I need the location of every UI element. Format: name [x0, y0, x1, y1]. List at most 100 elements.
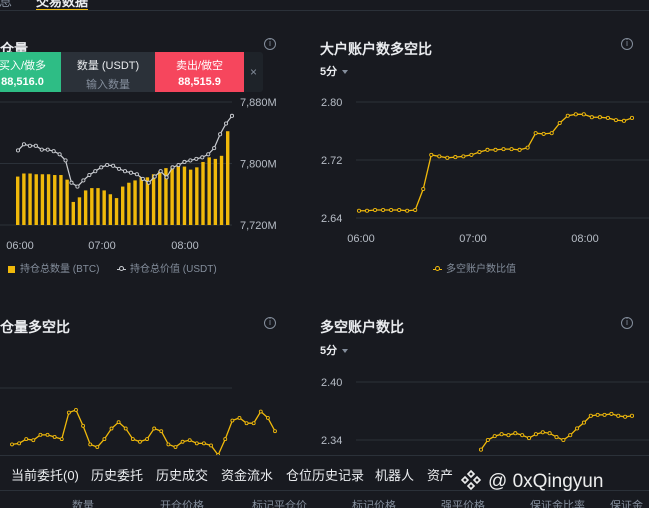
- account-ratio-point: [506, 433, 511, 438]
- ratio-point: [429, 152, 434, 157]
- oi-bar: [182, 166, 187, 225]
- oi-ratio-point: [88, 442, 93, 447]
- chevron-down-icon: [342, 349, 349, 354]
- col-header-size: 数量: [72, 500, 94, 508]
- ratio-point: [437, 154, 442, 159]
- ratio-point: [549, 131, 554, 136]
- tab-position-history[interactable]: 仓位历史记录: [286, 465, 364, 484]
- ratio-point: [413, 207, 418, 213]
- top-account-ratio-legend: 多空账户数比值: [433, 260, 516, 275]
- col-header-mark-price: 标记价格: [352, 500, 396, 508]
- oi-ratio-point: [145, 437, 150, 442]
- account-ratio-point: [581, 420, 587, 425]
- tab-bots[interactable]: 机器人: [375, 465, 414, 484]
- info-icon[interactable]: i: [264, 38, 276, 50]
- info-icon[interactable]: i: [621, 317, 633, 329]
- oi-bar: [158, 171, 162, 225]
- oi-ratio-chart: [0, 387, 277, 455]
- tab-trade-history[interactable]: 历史成交: [156, 465, 208, 484]
- oi-value-point: [39, 147, 44, 152]
- account-ratio-point: [513, 431, 518, 436]
- oi-bar: [195, 167, 199, 225]
- ratio-point: [509, 147, 514, 152]
- oi-value-point: [128, 170, 133, 175]
- buy-long-label: 买入/做多: [0, 60, 47, 72]
- oi-ratio-point: [152, 426, 157, 431]
- oi-ratio-title: 持仓量多空比: [0, 319, 70, 335]
- legend-bar-label: 持仓总数量 (BTC): [20, 264, 100, 275]
- legend-line-swatch: [117, 266, 127, 272]
- oi-bar: [90, 188, 94, 225]
- oi-value-point: [81, 178, 86, 183]
- account-ratio-point: [485, 437, 490, 443]
- x-tick-label: 07:00: [88, 240, 116, 250]
- oi-bar: [77, 197, 82, 225]
- oi-ratio-point: [187, 438, 192, 443]
- y-tick-label: 7,800M: [240, 159, 277, 171]
- oi-ratio-point: [180, 439, 185, 444]
- oi-value-point: [45, 147, 50, 152]
- oi-bar: [114, 198, 119, 225]
- oi-value-point: [51, 149, 56, 154]
- ratio-point: [373, 207, 378, 213]
- y-tick-label: 2.80: [321, 97, 342, 109]
- oi-value-point: [229, 113, 235, 118]
- period-selector[interactable]: 5分: [320, 63, 349, 79]
- open-interest-chart: 7,880M 7,800M 7,720M 06:00 07:00 08:00: [0, 97, 277, 250]
- oi-value-point: [21, 142, 26, 147]
- oi-value-point: [134, 172, 139, 177]
- watermark: @ 0xQingyun: [460, 469, 603, 493]
- ratio-point: [453, 155, 458, 160]
- oi-bar: [102, 190, 106, 225]
- chevron-down-icon: [342, 70, 349, 75]
- tab-open-orders[interactable]: 当前委托(0): [11, 465, 79, 484]
- info-icon[interactable]: i: [621, 38, 633, 50]
- period-selector[interactable]: 5分: [320, 342, 349, 358]
- oi-value-point: [111, 163, 116, 168]
- tab-transaction-history[interactable]: 资金流水: [221, 465, 273, 484]
- tab-assets[interactable]: 资产: [427, 465, 453, 484]
- tab-order-history[interactable]: 历史委托: [91, 465, 143, 484]
- oi-value-point: [176, 162, 181, 168]
- ratio-point: [565, 113, 570, 118]
- oi-bar: [83, 190, 88, 225]
- oi-value-point: [194, 156, 199, 161]
- oi-value-point: [75, 184, 80, 189]
- account-ratio-point: [623, 414, 628, 419]
- buy-long-button[interactable]: 买入/做多 88,516.0: [0, 52, 61, 92]
- oi-ratio-point: [95, 445, 100, 450]
- oi-value-point: [15, 148, 21, 153]
- oi-bar: [16, 176, 20, 225]
- account-ratio-point: [575, 426, 580, 431]
- oi-bar: [151, 174, 156, 225]
- period-label: 5分: [320, 66, 338, 78]
- close-icon[interactable]: ×: [244, 52, 263, 92]
- account-ratio-point: [588, 413, 593, 418]
- oi-ratio-point: [251, 421, 256, 426]
- top-account-ratio-title: 大户账户数多空比: [320, 41, 432, 57]
- amount-input[interactable]: 数量 (USDT) 输入数量: [61, 52, 155, 92]
- account-ratio-point: [526, 436, 532, 441]
- oi-bar: [121, 186, 125, 225]
- sell-short-button[interactable]: 卖出/做空 88,515.9: [155, 52, 244, 92]
- ratio-point: [573, 112, 578, 117]
- account-ratio-point: [568, 433, 573, 438]
- oi-ratio-point: [123, 426, 128, 431]
- account-ratio-title: 多空账户数比: [320, 319, 404, 335]
- oi-bar: [133, 180, 137, 225]
- ratio-point: [517, 147, 522, 152]
- info-icon[interactable]: i: [264, 317, 276, 329]
- tab-info[interactable]: 信息: [0, 0, 12, 10]
- y-tick-label: 2.64: [321, 213, 342, 225]
- account-ratio-point: [595, 412, 600, 417]
- oi-value-point: [57, 152, 62, 157]
- period-label: 5分: [320, 345, 338, 357]
- oi-ratio-point: [102, 437, 107, 442]
- account-ratio-point: [554, 435, 559, 440]
- watermark-text: @ 0xQingyun: [488, 471, 604, 492]
- oi-bar: [65, 179, 69, 225]
- oi-bar: [201, 161, 205, 225]
- oi-ratio-point: [17, 441, 22, 446]
- sell-price: 88,515.9: [178, 76, 221, 88]
- oi-ratio-point: [209, 443, 213, 448]
